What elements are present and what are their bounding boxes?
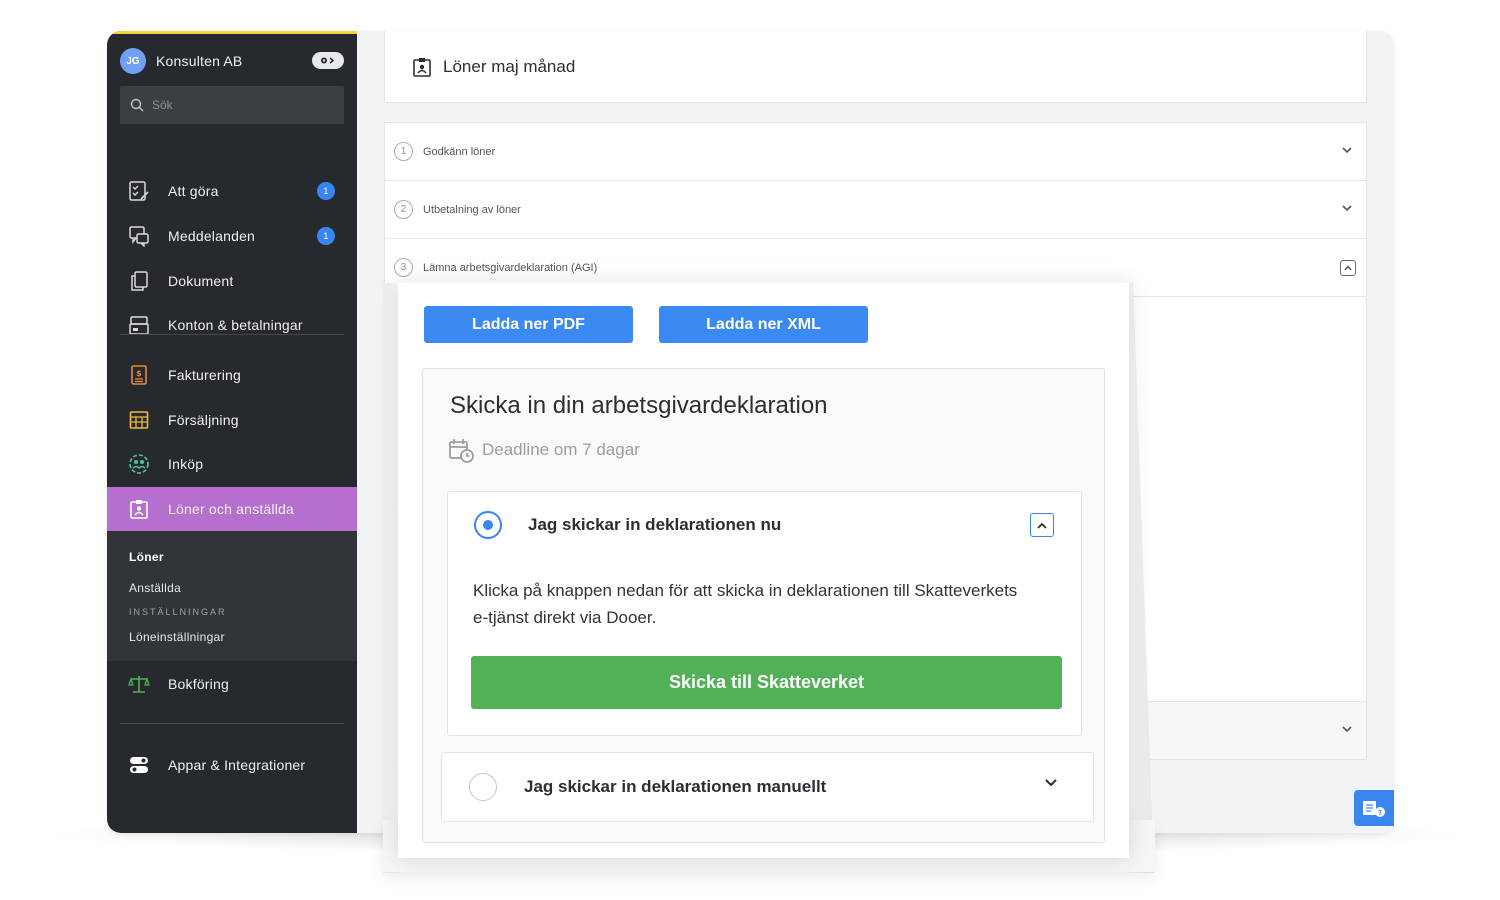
sidebar-item-label: Inköp [168,456,204,472]
sidebar-divider [120,723,344,724]
chevron-down-icon[interactable] [1044,778,1058,787]
sidebar-item-appar[interactable]: Appar & Integrationer [107,743,357,787]
subnav-item-loner[interactable]: Löner [129,550,164,564]
panel-edge [383,283,399,873]
sidebar-item-label: Meddelanden [168,228,256,244]
messages-icon [128,225,150,247]
chevron-down-icon[interactable] [1342,722,1352,736]
sidebar-item-konton[interactable]: Konton & betalningar [107,303,357,347]
documents-icon [128,270,150,292]
sales-icon [128,409,150,431]
chevron-up-icon[interactable] [1030,513,1054,537]
option-submit-now-description: Klicka på knappen nedan för att skicka i… [473,581,1018,627]
option-submit-now-label[interactable]: Jag skickar in deklarationen nu [528,515,781,535]
invoice-icon: $ [128,364,150,386]
page-header: Löner maj månad [384,31,1367,103]
sidebar-item-label: Appar & Integrationer [168,757,306,773]
purchase-icon [128,453,150,475]
deadline-text: Deadline om 7 dagar [482,440,640,459]
company-name: Konsulten AB [156,53,243,69]
sidebar-item-loner[interactable]: Löner och anställda [107,487,357,531]
subnav-settings-header: INSTÄLLNINGAR [129,607,227,617]
notification-badge: 1 [317,182,335,200]
step-label: Lämna arbetsgivardeklaration (AGI) [423,261,598,274]
page-title: Löner maj månad [443,56,576,76]
step-label: Godkänn löner [423,145,496,158]
sidebar-item-bokforing[interactable]: Bokföring [107,662,357,706]
step-number: 3 [394,258,413,277]
step-number: 1 [394,142,413,161]
subnav-item-loneinstallningar[interactable]: Löneinställningar [129,630,225,644]
payroll-icon [128,498,150,520]
sidebar-item-label: Försäljning [168,412,239,428]
send-to-skatteverket-button[interactable]: Skicka till Skatteverket [471,656,1062,709]
help-button[interactable]: ? [1354,790,1394,826]
step-label: Utbetalning av löner [423,203,521,216]
chevron-up-icon[interactable] [1340,260,1356,276]
sidebar-item-meddelanden[interactable]: Meddelanden 1 [107,214,357,258]
sidebar-item-att-gora[interactable]: Att göra 1 [107,169,357,213]
download-pdf-button[interactable]: Ladda ner PDF [424,306,633,343]
avatar: JG [120,48,146,74]
chevron-down-icon[interactable] [1342,201,1352,215]
accent-line [107,31,357,34]
search-input[interactable] [152,98,332,112]
download-xml-button[interactable]: Ladda ner XML [659,306,868,343]
settings-toggle[interactable] [312,52,344,69]
step-payout[interactable]: 2 Utbetalning av löner [385,181,1366,239]
calendar-clock-icon [448,437,474,463]
chevron-down-icon[interactable] [1342,143,1352,157]
scales-icon [128,673,150,695]
notification-badge: 1 [317,227,335,245]
payroll-icon [413,57,431,77]
payroll-subnav: Löner Anställda INSTÄLLNINGAR Löneinstäl… [107,531,357,661]
submit-card-title: Skicka in din arbetsgivardeklaration [450,392,828,419]
help-icon: ? [1363,801,1385,817]
sidebar: JG Konsulten AB Att göra 1 Meddelanden 1 [107,31,357,833]
card-icon [128,314,150,336]
sidebar-item-label: Löner och anställda [168,501,294,517]
sidebar-item-label: Att göra [168,183,219,199]
sidebar-item-fakturering[interactable]: $ Fakturering [107,353,357,397]
radio-submit-now[interactable] [474,511,502,539]
checklist-icon [128,180,150,202]
company-switcher[interactable]: JG Konsulten AB [120,47,344,75]
sidebar-item-label: Konton & betalningar [168,317,303,333]
search-icon [130,98,144,112]
subnav-item-anstallda[interactable]: Anställda [129,581,181,595]
deadline-info: Deadline om 7 dagar [448,437,640,463]
toggles-icon [128,754,150,776]
radio-submit-manual[interactable] [469,773,497,801]
sidebar-item-inkop[interactable]: Inköp [107,442,357,486]
svg-text:$: $ [136,369,142,378]
step-approve[interactable]: 1 Godkänn löner [385,123,1366,181]
svg-text:?: ? [1378,809,1382,817]
sidebar-item-dokument[interactable]: Dokument [107,259,357,303]
sidebar-divider [120,334,344,335]
option-submit-manual-label[interactable]: Jag skickar in deklarationen manuellt [524,777,826,797]
sidebar-item-forsaljning[interactable]: Försäljning [107,398,357,442]
radio-dot [483,520,493,530]
search-box[interactable] [120,86,344,124]
step-number: 2 [394,200,413,219]
sidebar-item-label: Bokföring [168,676,229,692]
gear-icon [321,57,335,64]
sidebar-item-label: Fakturering [168,367,242,383]
sidebar-item-label: Dokument [168,273,234,289]
